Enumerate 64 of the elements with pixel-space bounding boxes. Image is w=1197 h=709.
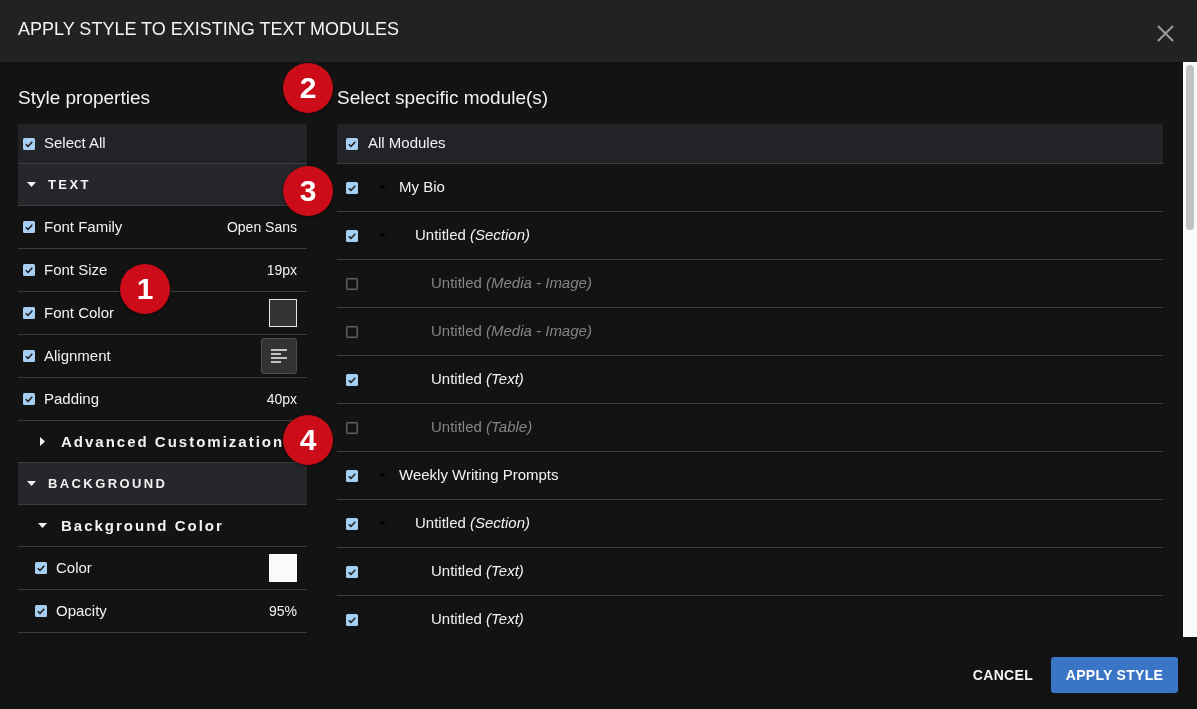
property-label: Alignment — [44, 345, 111, 366]
module-label: My Bio — [399, 177, 445, 198]
module-label: Untitled (Table) — [430, 417, 533, 438]
property-value: 40px — [266, 389, 297, 409]
module-label: Untitled (Text) — [430, 609, 524, 630]
checkbox[interactable] — [346, 613, 358, 626]
dialog-title: APPLY STYLE TO EXISTING TEXT MODULES — [18, 18, 400, 40]
property-label: Padding — [44, 388, 100, 409]
checkbox[interactable] — [35, 605, 47, 617]
checkbox[interactable] — [346, 421, 358, 434]
module-label: Untitled (Section) — [414, 513, 531, 534]
checkbox[interactable] — [23, 264, 35, 276]
caret-down-icon[interactable] — [27, 481, 36, 486]
module-label: Weekly Writing Prompts — [399, 465, 559, 486]
checkbox[interactable] — [23, 137, 35, 150]
module-label: Untitled (Media - Image) — [430, 273, 592, 294]
checkbox[interactable] — [23, 350, 35, 362]
checkbox[interactable] — [346, 469, 358, 482]
apply-button[interactable]: APPLY STYLE — [1051, 657, 1178, 693]
close-icon[interactable] — [1157, 24, 1174, 42]
checkbox[interactable] — [346, 181, 358, 194]
property-label: Font Size — [44, 259, 108, 280]
checkbox[interactable] — [346, 325, 358, 338]
subsection-toggle[interactable]: Background Color — [38, 515, 224, 536]
module-label: Untitled (Section) — [414, 225, 531, 246]
checkbox[interactable] — [346, 565, 358, 578]
property-label: Opacity — [56, 600, 107, 621]
property-value: 19px — [266, 260, 297, 280]
checkbox[interactable] — [346, 137, 358, 150]
checkbox[interactable] — [346, 277, 358, 290]
module-label: Untitled (Text) — [430, 369, 524, 390]
panel-heading: Style properties — [18, 86, 151, 110]
caret-down-icon[interactable] — [38, 523, 47, 528]
align-button[interactable] — [261, 338, 297, 374]
callout-number: 4 — [283, 415, 333, 465]
all-modules-label: All Modules — [368, 133, 446, 154]
color-swatch[interactable] — [269, 554, 297, 582]
checkbox[interactable] — [35, 562, 47, 574]
caret-right-icon[interactable] — [40, 437, 45, 446]
checkbox[interactable] — [346, 517, 358, 530]
property-value: 95% — [268, 601, 297, 621]
panel-heading: Select specific module(s) — [337, 86, 550, 110]
subsection-toggle[interactable]: Advanced Customization — [38, 431, 285, 452]
property-label: Color — [56, 557, 92, 578]
checkbox[interactable] — [23, 307, 35, 319]
checkbox[interactable] — [23, 221, 35, 233]
property-label: Font Family — [44, 216, 123, 237]
property-label: Font Color — [44, 302, 115, 323]
checkbox[interactable] — [23, 393, 35, 405]
module-label: Untitled (Text) — [430, 561, 524, 582]
callout-number: 1 — [120, 264, 170, 314]
cancel-button[interactable]: CANCEL — [960, 656, 1045, 694]
checkbox[interactable] — [346, 373, 358, 386]
module-label: Untitled (Media - Image) — [430, 321, 592, 342]
scrollbar-thumb[interactable] — [1186, 65, 1194, 230]
select-all-label: Select All — [44, 133, 106, 154]
callout-number: 2 — [283, 63, 333, 113]
property-value: Open Sans — [226, 217, 297, 237]
checkbox[interactable] — [346, 229, 358, 242]
caret-down-icon[interactable] — [27, 182, 36, 187]
color-swatch[interactable] — [269, 299, 297, 327]
callout-number: 3 — [283, 166, 333, 216]
align-left-icon — [271, 349, 287, 363]
section-header[interactable]: BACKGROUND — [18, 463, 307, 505]
